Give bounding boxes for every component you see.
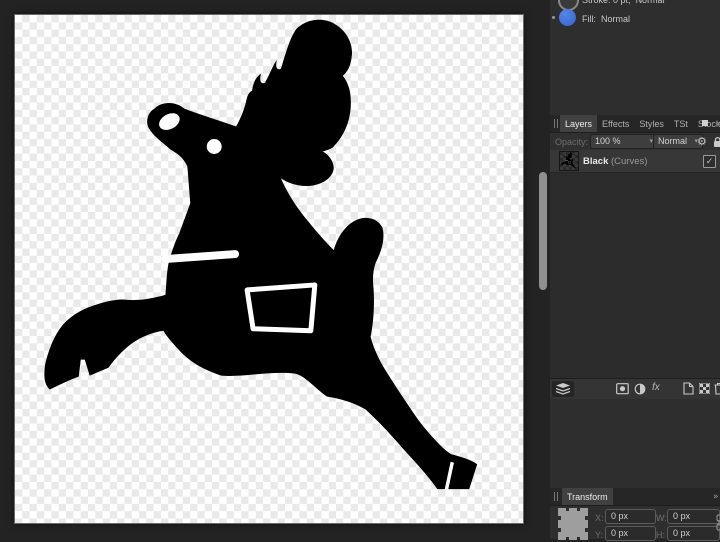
layers-stack-button[interactable] — [552, 381, 574, 397]
w-label: W: — [656, 513, 667, 523]
lock-icon[interactable] — [712, 136, 720, 148]
reindeer-collar — [165, 254, 235, 259]
panel-overflow-icon[interactable]: » — [713, 492, 719, 502]
blend-mode-dropdown[interactable]: Normal ▾ — [653, 134, 703, 149]
stroke-label: Stroke: — [582, 0, 611, 5]
layer-row[interactable]: Black (Curves) ✓ — [550, 150, 720, 173]
adjustment-layer-icon[interactable] — [634, 383, 646, 395]
right-panel: Stroke: 0 pt, Normal Fill: Normal Layers… — [550, 0, 720, 539]
layers-panel-tabbar: Layers Effects Styles TSt Stock » — [550, 115, 720, 133]
mask-layer-icon[interactable] — [616, 383, 629, 395]
transform-panel-tabbar: Transform » — [550, 488, 720, 506]
layers-list: Black (Curves) ✓ — [550, 150, 720, 378]
panel-overflow-icon[interactable]: » — [716, 119, 720, 129]
stroke-mode: Normal — [636, 0, 665, 5]
artboard[interactable] — [14, 14, 524, 524]
transform-content: X: 0 px W: 0 px Y: 0 px H: 0 px — [550, 506, 720, 539]
reindeer-eye — [207, 139, 222, 154]
x-input[interactable]: 0 px — [605, 509, 656, 524]
anchor-point-selector[interactable] — [558, 508, 588, 542]
tab-transform[interactable]: Transform — [562, 488, 613, 505]
opacity-label: Opacity: — [555, 137, 588, 147]
new-layer-icon[interactable] — [683, 382, 694, 395]
layer-name: Black — [583, 156, 608, 167]
fx-icon[interactable]: fx — [652, 382, 660, 393]
layer-kind: (Curves) — [611, 156, 647, 167]
tab-styles[interactable]: Styles — [634, 115, 669, 132]
layers-footer-bar: fx — [550, 378, 720, 399]
tab-layers[interactable]: Layers — [560, 115, 597, 132]
panel-menu-square-icon[interactable] — [702, 120, 708, 126]
x-label: X: — [595, 513, 604, 523]
fill-bullet-icon — [552, 16, 555, 19]
canvas-area — [0, 0, 550, 539]
reindeer-artwork[interactable] — [15, 15, 523, 523]
w-input[interactable]: 0 px — [667, 509, 720, 524]
tab-text-styles[interactable]: TSt — [669, 115, 693, 132]
gear-icon[interactable]: ⚙ — [697, 135, 707, 148]
fill-label: Fill: — [582, 14, 596, 24]
panel-drag-handle-icon[interactable] — [554, 119, 558, 128]
new-pixel-layer-icon[interactable] — [699, 383, 710, 394]
layer-visibility-checkbox[interactable]: ✓ — [703, 155, 716, 168]
tab-effects[interactable]: Effects — [597, 115, 634, 132]
trash-icon[interactable] — [714, 382, 720, 395]
panel-drag-handle-icon[interactable] — [554, 492, 560, 501]
opacity-dropdown[interactable]: 100 % ▾ — [590, 134, 658, 149]
fill-mode: Normal — [601, 14, 630, 24]
canvas-vertical-scrollbar[interactable] — [539, 172, 547, 290]
link-dimensions-icon[interactable] — [716, 514, 720, 532]
stroke-value: 0 pt, — [613, 0, 631, 5]
layers-controls-row: Opacity: 100 % ▾ Normal ▾ ⚙ — [550, 133, 720, 150]
layer-thumbnail[interactable] — [559, 151, 579, 171]
fill-swatch-icon[interactable] — [559, 9, 576, 26]
reindeer-body-path — [44, 20, 477, 489]
